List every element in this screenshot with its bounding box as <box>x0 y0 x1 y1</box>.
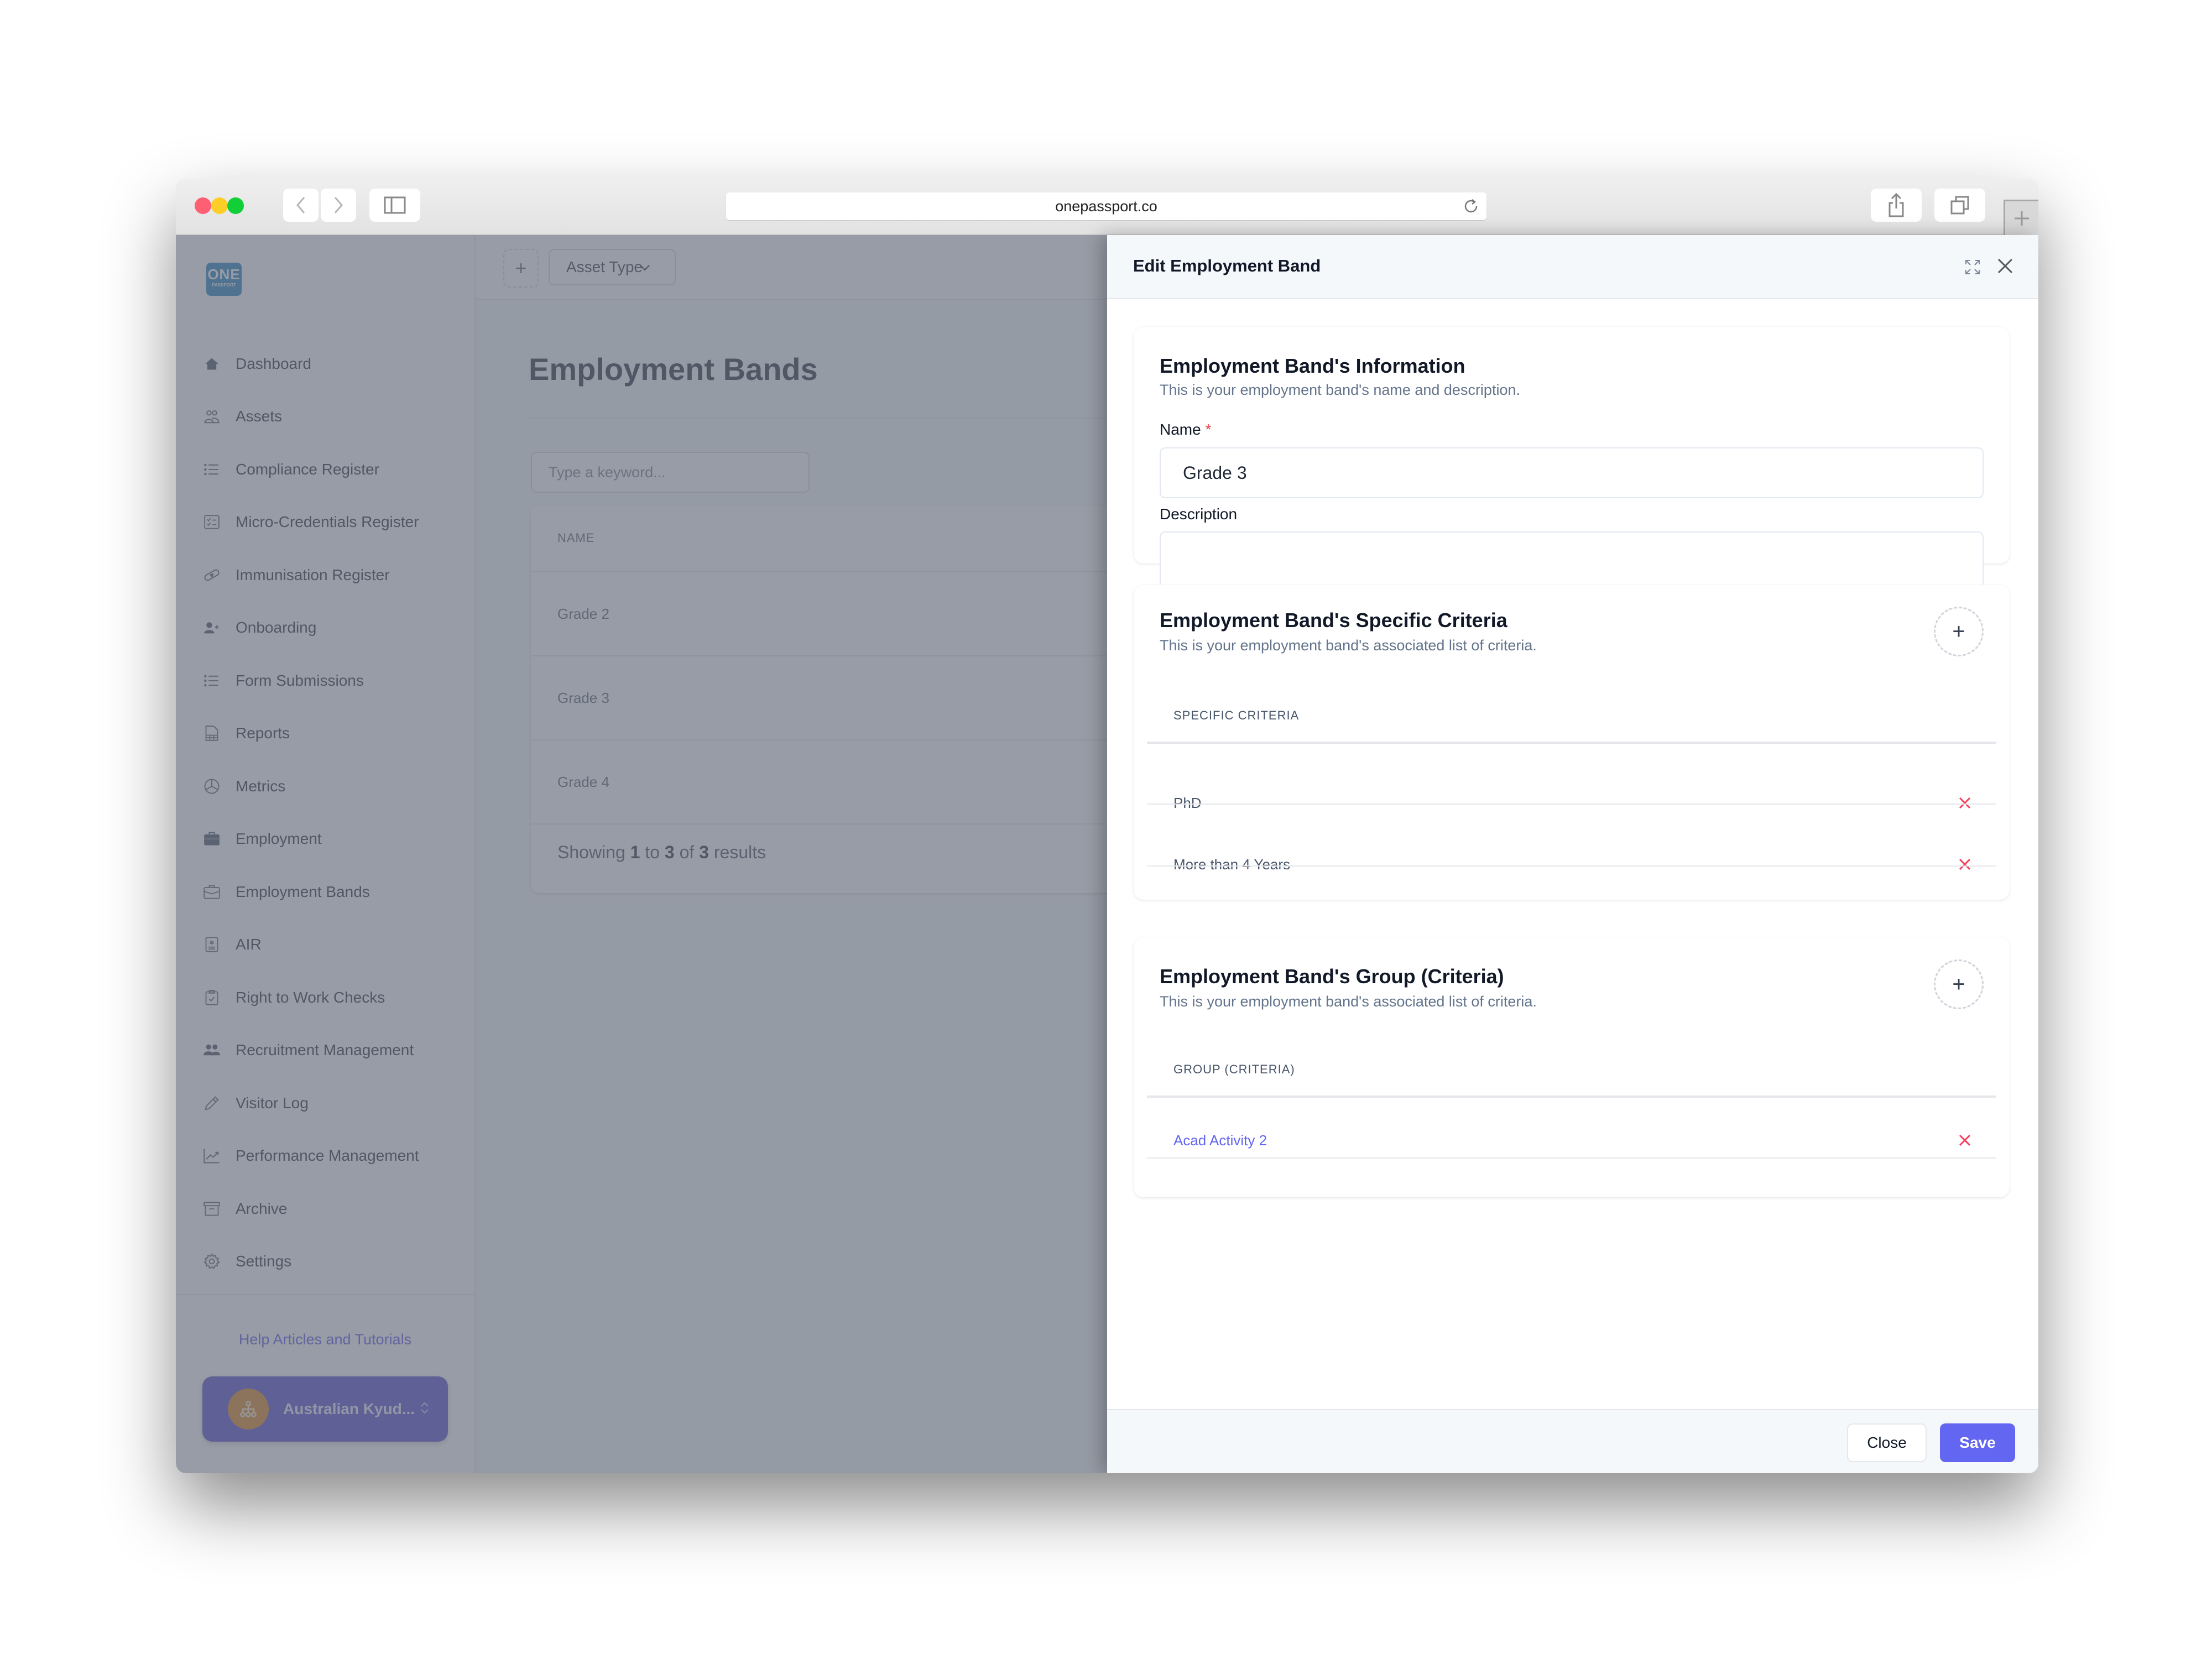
row-divider <box>1147 865 1996 867</box>
tabs-overview-button[interactable] <box>1934 189 1985 222</box>
share-button[interactable] <box>1871 189 1922 222</box>
browser-window: onepassport.co ONE PASSPORT Dashboard <box>176 179 2038 1473</box>
name-label: Name * <box>1160 421 1211 439</box>
row-divider <box>1147 1157 1996 1159</box>
name-input[interactable] <box>1160 447 1984 498</box>
panel-title: Edit Employment Band <box>1133 256 1321 275</box>
specific-criteria-card: Employment Band's Specific Criteria This… <box>1134 585 2010 900</box>
panel-footer: Close Save <box>1107 1409 2038 1473</box>
new-tab-button[interactable] <box>2004 200 2038 236</box>
row-divider <box>1147 804 1996 805</box>
delete-icon[interactable] <box>1957 795 1973 811</box>
panel-header: Edit Employment Band <box>1107 235 2038 299</box>
expand-icon[interactable] <box>1964 259 1981 275</box>
back-icon <box>296 197 305 213</box>
forward-icon <box>334 197 343 213</box>
add-specific-criteria-button[interactable]: + <box>1934 607 1984 656</box>
maximize-window-button[interactable] <box>227 197 244 214</box>
address-bar[interactable]: onepassport.co <box>726 192 1486 220</box>
description-label: Description <box>1160 505 1238 523</box>
close-window-button[interactable] <box>195 197 211 214</box>
specific-criteria-title: Employment Band's Specific Criteria <box>1160 609 1507 632</box>
plus-icon: + <box>1952 972 1965 997</box>
reload-icon[interactable] <box>1462 197 1480 215</box>
url-text: onepassport.co <box>1055 197 1157 215</box>
table-header-divider <box>1147 742 1996 744</box>
column-header-group-criteria: GROUP (CRITERIA) <box>1173 1062 1295 1076</box>
group-criteria-card: Employment Band's Group (Criteria) This … <box>1134 937 2010 1197</box>
required-mark: * <box>1205 421 1212 438</box>
group-criteria-subtitle: This is your employment band's associate… <box>1160 993 1537 1010</box>
information-card: Employment Band's Information This is yo… <box>1134 327 2010 607</box>
browser-titlebar: onepassport.co <box>176 179 2038 236</box>
information-subtitle: This is your employment band's name and … <box>1160 382 1520 398</box>
edit-employment-band-panel: Edit Employment Band Employment Band's I… <box>1107 235 2038 1473</box>
delete-icon[interactable] <box>1957 856 1973 873</box>
modal-backdrop[interactable] <box>176 235 1107 1473</box>
plus-icon: + <box>1952 619 1965 644</box>
minimize-window-button[interactable] <box>211 197 228 214</box>
close-icon[interactable] <box>1995 256 2015 276</box>
sidebar-toggle-button[interactable] <box>369 189 420 222</box>
name-label-text: Name <box>1160 421 1201 438</box>
save-button[interactable]: Save <box>1940 1423 2015 1462</box>
group-criteria-title: Employment Band's Group (Criteria) <box>1160 965 1504 988</box>
column-header-specific-criteria: SPECIFIC CRITERIA <box>1173 708 1300 722</box>
group-criteria-link[interactable]: Acad Activity 2 <box>1173 1132 1267 1149</box>
share-icon <box>1888 193 1904 217</box>
new-tab-icon <box>2015 211 2029 226</box>
back-button[interactable] <box>283 189 319 222</box>
app: ONE PASSPORT Dashboard Assets Compliance… <box>176 235 2038 1473</box>
tabs-icon <box>1950 196 1969 215</box>
information-title: Employment Band's Information <box>1160 354 1465 377</box>
delete-icon[interactable] <box>1957 1132 1973 1149</box>
close-button[interactable]: Close <box>1847 1423 1927 1462</box>
add-group-criteria-button[interactable]: + <box>1934 959 1984 1009</box>
sidebar-toggle-icon <box>384 196 406 214</box>
forward-button[interactable] <box>321 189 356 222</box>
criteria-item: More than 4 Years <box>1173 856 1291 873</box>
specific-criteria-subtitle: This is your employment band's associate… <box>1160 637 1537 654</box>
table-header-divider <box>1147 1095 1996 1098</box>
